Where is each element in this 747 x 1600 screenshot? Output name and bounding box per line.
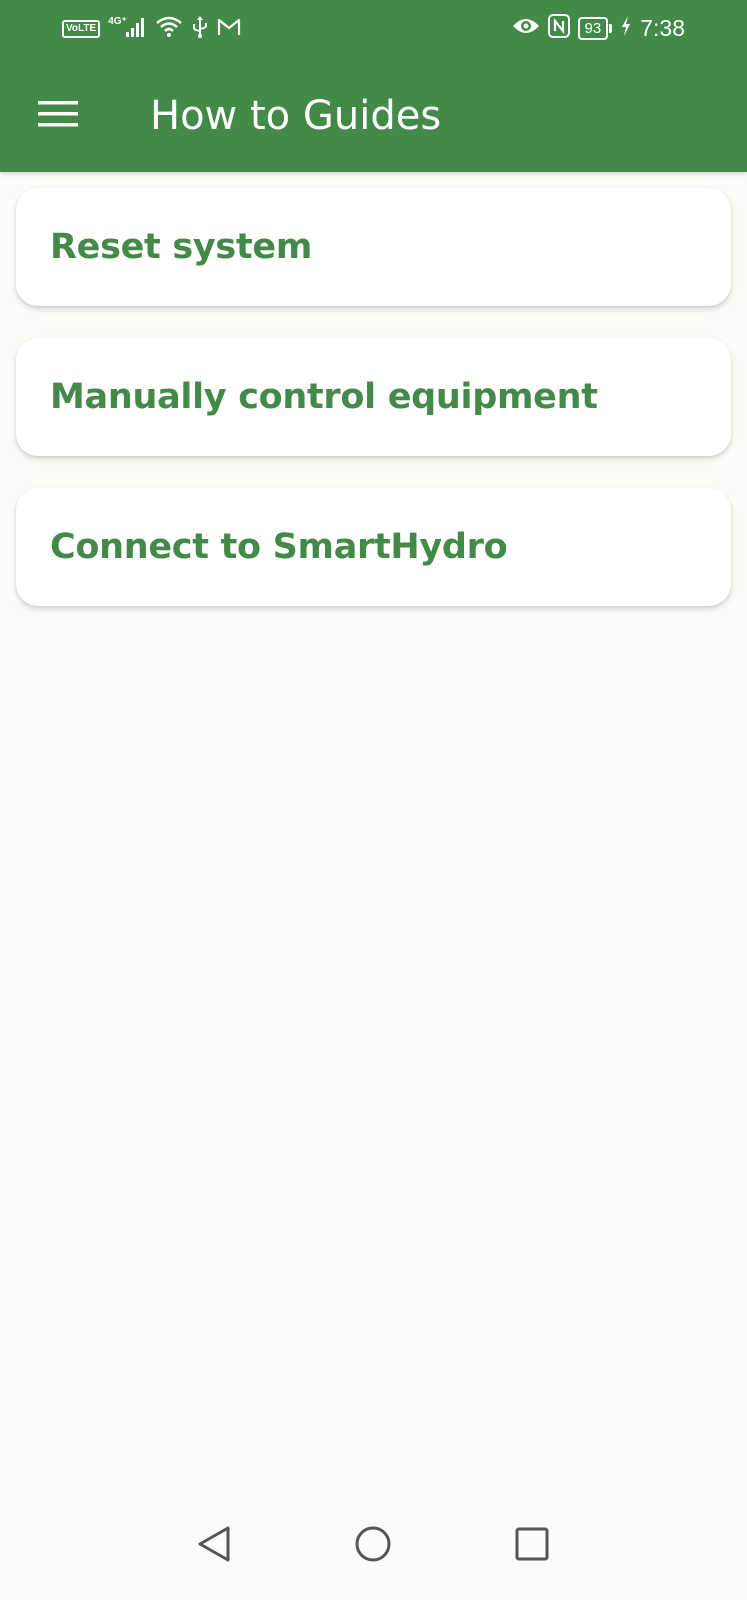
hamburger-menu-icon [38, 99, 78, 133]
recents-icon [515, 1527, 549, 1565]
status-right: 93 7:38 [512, 12, 685, 44]
usb-icon [191, 15, 209, 43]
clock: 7:38 [640, 14, 685, 41]
battery-level: 93 [577, 16, 609, 40]
battery-icon: 93 [577, 16, 613, 40]
gmail-icon [217, 17, 241, 41]
battery-tip [609, 23, 613, 33]
recents-button[interactable] [504, 1518, 560, 1574]
guide-card-connect-to-smarthydro[interactable]: Connect to SmartHydro [16, 488, 731, 606]
back-icon [196, 1524, 232, 1568]
volte-icon: VoLTE [62, 20, 101, 38]
network-type-label: 4G⁺ [108, 15, 127, 27]
wifi-icon [155, 15, 183, 43]
guide-label: Connect to SmartHydro [50, 527, 508, 567]
guide-list: Reset system Manually control equipment … [16, 188, 731, 638]
guide-label: Manually control equipment [50, 377, 598, 417]
menu-button[interactable] [28, 88, 88, 144]
page-title: How to Guides [150, 93, 442, 139]
home-button[interactable] [345, 1518, 401, 1574]
system-nav-bar [0, 1490, 747, 1600]
guide-label: Reset system [50, 227, 312, 267]
guide-card-reset-system[interactable]: Reset system [16, 188, 731, 306]
eye-icon [512, 16, 540, 40]
app-bar: How to Guides [0, 58, 747, 172]
status-left: VoLTE 4G⁺ [62, 14, 241, 44]
nfc-icon [547, 14, 570, 42]
status-bar: VoLTE 4G⁺ 93 7:38 [0, 0, 747, 58]
screen: VoLTE 4G⁺ 93 7:38 How to Guides Reset sy… [0, 0, 747, 1600]
charging-icon [620, 15, 632, 41]
home-icon [354, 1525, 392, 1567]
back-button[interactable] [186, 1518, 242, 1574]
signal-icon [125, 16, 147, 42]
guide-card-manually-control-equipment[interactable]: Manually control equipment [16, 338, 731, 456]
